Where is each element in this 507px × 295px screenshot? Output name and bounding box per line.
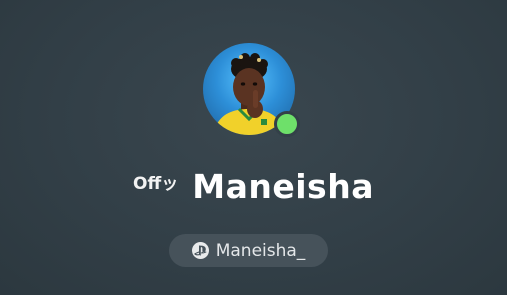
display-name: Maneisha [192,167,374,206]
profile-card: Offッ Maneisha Maneisha_ [0,0,507,295]
name-prefix: Offッ [133,174,179,194]
playstation-icon [191,242,209,259]
online-status-indicator [274,111,300,137]
psn-id: Maneisha_ [215,240,306,261]
avatar-container[interactable] [203,43,300,137]
psn-id-pill[interactable]: Maneisha_ [169,234,328,267]
name-row: Offッ Maneisha [0,165,507,211]
